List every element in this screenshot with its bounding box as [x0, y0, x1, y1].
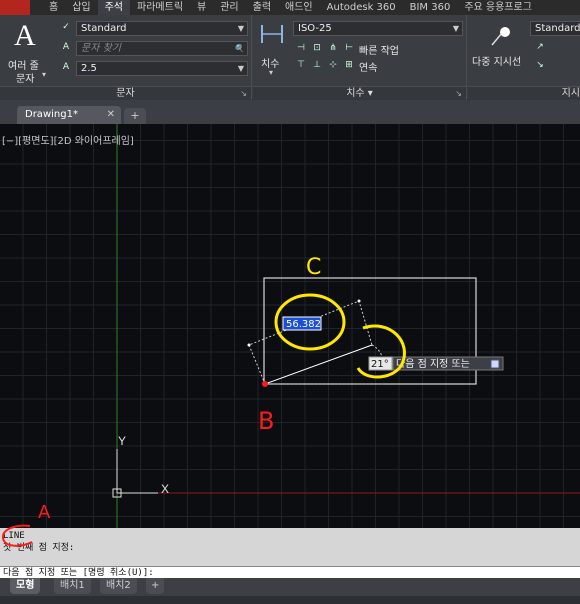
new-drawing-button[interactable]: + [124, 108, 146, 124]
panel-expand-icon[interactable]: ↘ [455, 87, 462, 101]
dropdown-arrow-icon[interactable]: ▾ [42, 70, 46, 79]
ribbon: A 여러 줄 문자 ▾ ✓ Standard ▼ A 문자 찾기 🔍 A 2.5 ▼ … [0, 15, 580, 100]
command-line-input[interactable]: 다음 점 지정 또는 [명령 취소(U)]: [0, 566, 580, 578]
search-icon: 🔍 [234, 44, 244, 53]
layout-tab-bar: 모형 배치1 배치2 + [0, 578, 580, 596]
leader-panel-title[interactable]: 지시 [468, 86, 580, 100]
multileader-style-select[interactable]: Standard [530, 21, 580, 36]
tab-featured-apps[interactable]: 주요 응용프로그 [457, 0, 539, 15]
dimension-arrow [357, 299, 361, 303]
application-menu-button[interactable] [0, 0, 30, 15]
viewport-controls[interactable]: [−][평면도][2D 와이어프레임] [2, 132, 134, 147]
find-text-input[interactable]: 문자 찾기 🔍 [76, 41, 248, 56]
ribbon-tab-bar: 홈 삽입 주석 파라메트릭 뷰 관리 출력 애드인 Autodesk 360 B… [0, 0, 580, 15]
chevron-down-icon: ▼ [237, 24, 244, 33]
status-bar [0, 596, 580, 604]
dim-space-icon[interactable]: ⊤ [295, 59, 307, 71]
add-layout-button[interactable]: + [146, 578, 165, 594]
dimension-style-select[interactable]: ISO-25 ▼ [293, 21, 463, 36]
tab-addins[interactable]: 애드인 [278, 0, 320, 15]
dimension-button[interactable]: 치수 ▾ [259, 21, 289, 81]
continue-dimension-label[interactable]: 연속 [359, 59, 377, 74]
ucs-icon [112, 449, 158, 498]
length-input: 56.382 [286, 319, 321, 330]
multileader-style-value: Standard [535, 23, 580, 34]
highlight-circle-command [1, 524, 33, 547]
dim-baseline-icon[interactable]: ⊥ [311, 59, 323, 71]
tooltip-options-icon[interactable] [490, 359, 500, 369]
chevron-down-icon: ▼ [452, 24, 459, 33]
text-style-select[interactable]: Standard ▼ [76, 21, 248, 36]
multiline-text-label-2: 문자 [16, 74, 35, 85]
command-history-line: LINE [3, 531, 25, 541]
dropdown-arrow-icon[interactable]: ▾ [269, 68, 273, 77]
command-history-line: 첫 번째 점 지정: [3, 543, 75, 553]
document-tab-label: Drawing1* [25, 109, 78, 120]
tab-model[interactable]: 모형 [10, 578, 41, 594]
command-history: LINE 첫 번째 점 지정: [0, 528, 580, 566]
find-text-placeholder: 문자 찾기 [81, 43, 121, 54]
linear-dimension-icon [261, 25, 283, 43]
continue-dimension-icon[interactable]: ⊞ [343, 59, 355, 71]
angle-input: 21° [371, 359, 389, 370]
text-style-value: Standard [81, 23, 127, 34]
text-height-select[interactable]: 2.5 ▼ [76, 61, 248, 76]
ucs-y-label: Y [118, 434, 126, 448]
find-text-icon: A [62, 42, 70, 52]
text-panel-title-label: 문자 [116, 88, 135, 99]
dimension-panel-title-label: 치수 [346, 88, 365, 99]
tab-layout1[interactable]: 배치1 [54, 578, 91, 594]
tab-output[interactable]: 출력 [246, 0, 278, 15]
add-leader-icon[interactable]: ↗ [534, 41, 546, 53]
text-height-value: 2.5 [81, 63, 97, 74]
dimension-style-value: ISO-25 [298, 23, 332, 34]
dimension-panel: 치수 ▾ ISO-25 ▼ ⊣ ⊡ ⋔ ⊢ 빠른 작업 ⊤ ⊥ ⊹ ⊞ 연속 치수… [253, 15, 467, 100]
drawing-area[interactable]: Y X 56.382 21° 다음 점 지정 또는 C B A [0, 124, 580, 528]
multileader-icon [491, 27, 510, 46]
ucs-x-label: X [161, 482, 169, 496]
dynamic-dimension-line [248, 300, 373, 385]
multiline-text-button[interactable]: A 여러 줄 문자 ▾ [4, 19, 50, 85]
drawing-canvas[interactable]: Y X 56.382 21° 다음 점 지정 또는 C B A [−][평면도]… [0, 124, 580, 528]
tab-autodesk360[interactable]: Autodesk 360 [320, 0, 403, 15]
tab-manage[interactable]: 관리 [213, 0, 245, 15]
multileader-button[interactable]: 다중 지시선 [472, 19, 530, 79]
tab-insert[interactable]: 삽입 [65, 0, 97, 15]
dim-adjust-icon[interactable]: ⊡ [311, 42, 323, 54]
leader-panel: 다중 지시선 Standard ↗ ↘ 지시 [468, 15, 580, 100]
text-panel-title[interactable]: 문자 ↘ [0, 86, 251, 100]
text-panel: A 여러 줄 문자 ▾ ✓ Standard ▼ A 문자 찾기 🔍 A 2.5 ▼ … [0, 15, 252, 100]
dim-inspect-icon[interactable]: ⋔ [327, 42, 339, 54]
dim-oblique-icon[interactable]: ⊹ [327, 59, 339, 71]
quick-dimension-label[interactable]: 빠른 작업 [359, 42, 399, 57]
tab-bim360[interactable]: BIM 360 [403, 0, 458, 15]
dim-break-icon[interactable]: ⊣ [295, 42, 307, 54]
document-tab-drawing1[interactable]: Drawing1* ✕ [17, 106, 121, 124]
abc-spellcheck-icon[interactable]: ✓ [60, 21, 72, 33]
tab-annotate[interactable]: 주석 [97, 0, 131, 15]
annotation-c: C [306, 255, 321, 280]
close-icon[interactable]: ✕ [107, 106, 115, 124]
annotation-b: B [258, 407, 274, 435]
remove-leader-icon[interactable]: ↘ [534, 59, 546, 71]
quick-dimension-icon[interactable]: ⊢ [343, 42, 355, 54]
tab-layout2[interactable]: 배치2 [100, 578, 137, 594]
dimension-panel-title[interactable]: 치수 ▾ ↘ [253, 86, 466, 100]
tab-view[interactable]: 뷰 [190, 0, 213, 15]
tab-home[interactable]: 홈 [42, 0, 65, 15]
text-a-icon: A [14, 19, 36, 52]
text-height-icon: A [62, 62, 70, 72]
chevron-down-icon: ▼ [237, 64, 244, 73]
leader-panel-title-label: 지시 [561, 88, 580, 99]
multileader-label: 다중 지시선 [472, 57, 522, 68]
dimension-arrow [247, 343, 251, 347]
tab-parametric[interactable]: 파라메트릭 [130, 0, 190, 15]
panel-expand-icon[interactable]: ↘ [240, 87, 247, 101]
document-tab-bar: Drawing1* ✕ + [0, 100, 580, 124]
start-point-marker [262, 381, 268, 387]
next-point-tooltip: 다음 점 지정 또는 [396, 358, 470, 370]
